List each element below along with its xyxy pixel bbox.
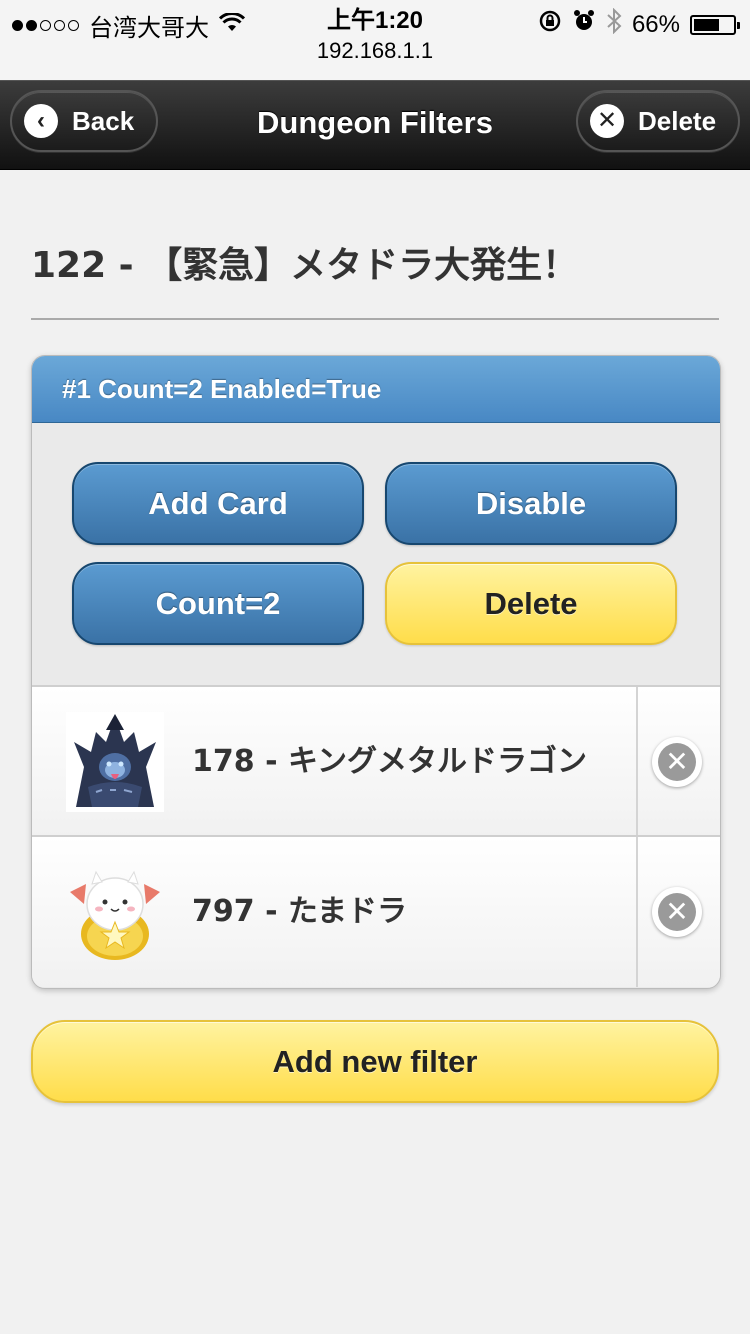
add-card-button[interactable]: Add Card: [72, 462, 364, 545]
delete-button-label: Delete: [638, 105, 717, 136]
rotation-lock-icon: [538, 9, 562, 40]
navigation-bar: Dungeon Filters ‹ Back ✕ Delete: [0, 80, 750, 170]
add-new-filter-button[interactable]: Add new filter: [31, 1020, 719, 1103]
card-entry[interactable]: 178 - キングメタルドラゴン: [32, 687, 638, 837]
dungeon-title: 122 - 【緊急】メタドラ大発生！: [31, 245, 579, 286]
status-bar: 台湾大哥大 上午1:20 192.168.1.1 66%: [0, 0, 750, 80]
list-item: 797 - たまドラ ✕: [32, 835, 720, 987]
close-icon: ✕: [590, 104, 624, 138]
battery-percent: 66%: [631, 10, 680, 38]
delete-filter-button[interactable]: Delete: [385, 562, 677, 645]
list-item: 178 - キングメタルドラゴン ✕: [32, 685, 720, 837]
back-button-label: Back: [72, 105, 135, 136]
battery-icon: [690, 14, 740, 35]
divider: [31, 318, 719, 320]
remove-card-button[interactable]: ✕: [652, 737, 702, 787]
disable-button[interactable]: Disable: [385, 462, 677, 545]
delete-dungeon-button[interactable]: ✕ Delete: [576, 90, 740, 152]
card-entry[interactable]: 797 - たまドラ: [32, 837, 638, 987]
back-button[interactable]: ‹ Back: [10, 90, 158, 152]
tamadra-icon: [66, 862, 164, 962]
count-button[interactable]: Count=2: [72, 562, 364, 645]
close-icon: ✕: [658, 743, 696, 781]
alarm-icon: [572, 9, 596, 40]
filter-header[interactable]: #1 Count=2 Enabled=True: [32, 356, 720, 423]
remove-card-button[interactable]: ✕: [652, 887, 702, 937]
bluetooth-icon: [606, 7, 622, 41]
status-right: 66%: [538, 7, 740, 41]
filter-panel: #1 Count=2 Enabled=True Add Card Disable…: [31, 355, 721, 989]
king-metal-dragon-icon: [66, 712, 164, 812]
card-label: 797 - たまドラ: [192, 894, 408, 929]
battery-level: [694, 18, 719, 31]
chevron-left-icon: ‹: [24, 104, 58, 138]
close-icon: ✕: [658, 893, 696, 931]
card-label: 178 - キングメタルドラゴン: [192, 744, 588, 779]
